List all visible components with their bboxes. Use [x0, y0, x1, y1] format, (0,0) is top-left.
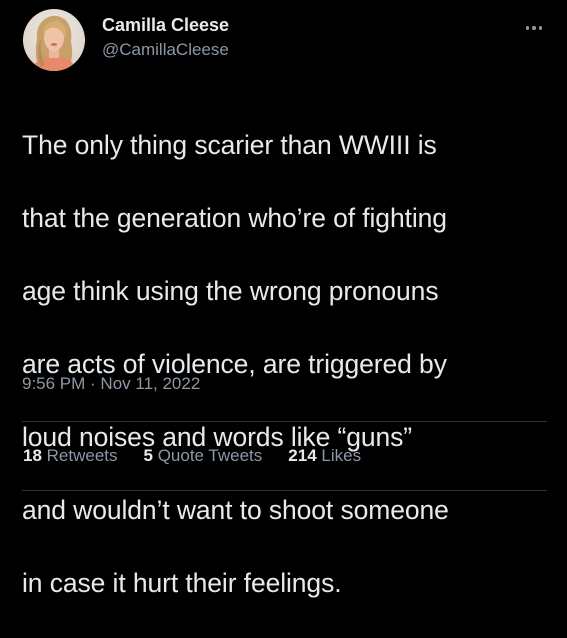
quote-tweets-stat[interactable]: 5 Quote Tweets [144, 446, 263, 466]
profile-photo-icon [23, 9, 85, 71]
display-name[interactable]: Camilla Cleese [102, 14, 229, 36]
tweet-text-line: and wouldn’t want to shoot someone [22, 494, 449, 525]
tweet-text-line: The only thing scarier than WWIII is [22, 129, 437, 160]
retweets-stat[interactable]: 18 Retweets [23, 446, 118, 466]
user-handle[interactable]: @CamillaCleese [102, 39, 229, 61]
retweets-label: Retweets [46, 446, 118, 465]
more-horizontal-icon [525, 26, 530, 30]
tweet-text: The only thing scarier than WWIII is tha… [22, 90, 562, 638]
engagement-stats: 18 Retweets 5 Quote Tweets 214 Likes [23, 446, 387, 466]
more-options-button[interactable] [520, 18, 548, 38]
more-horizontal-icon [532, 26, 536, 30]
quote-tweets-label: Quote Tweets [157, 446, 263, 465]
tweet-text-line: age think using the wrong pronouns [22, 275, 439, 306]
likes-count: 214 [288, 446, 322, 465]
tweet-text-line: in case it hurt their feelings. [22, 567, 342, 598]
quote-tweets-count: 5 [143, 446, 158, 465]
tweet-timestamp[interactable]: 9:56 PM · Nov 11, 2022 [22, 374, 200, 394]
author-block[interactable]: Camilla Cleese @CamillaCleese [102, 14, 229, 61]
tweet-card: Camilla Cleese @CamillaCleese The only t… [0, 0, 567, 598]
tweet-text-line: that the generation who’re of fighting [22, 202, 447, 233]
more-horizontal-icon [538, 26, 543, 30]
divider [22, 490, 547, 491]
retweets-count: 18 [23, 446, 47, 465]
likes-label: Likes [321, 446, 362, 465]
avatar[interactable] [23, 9, 85, 71]
divider [22, 421, 547, 422]
likes-stat[interactable]: 214 Likes [288, 446, 361, 466]
